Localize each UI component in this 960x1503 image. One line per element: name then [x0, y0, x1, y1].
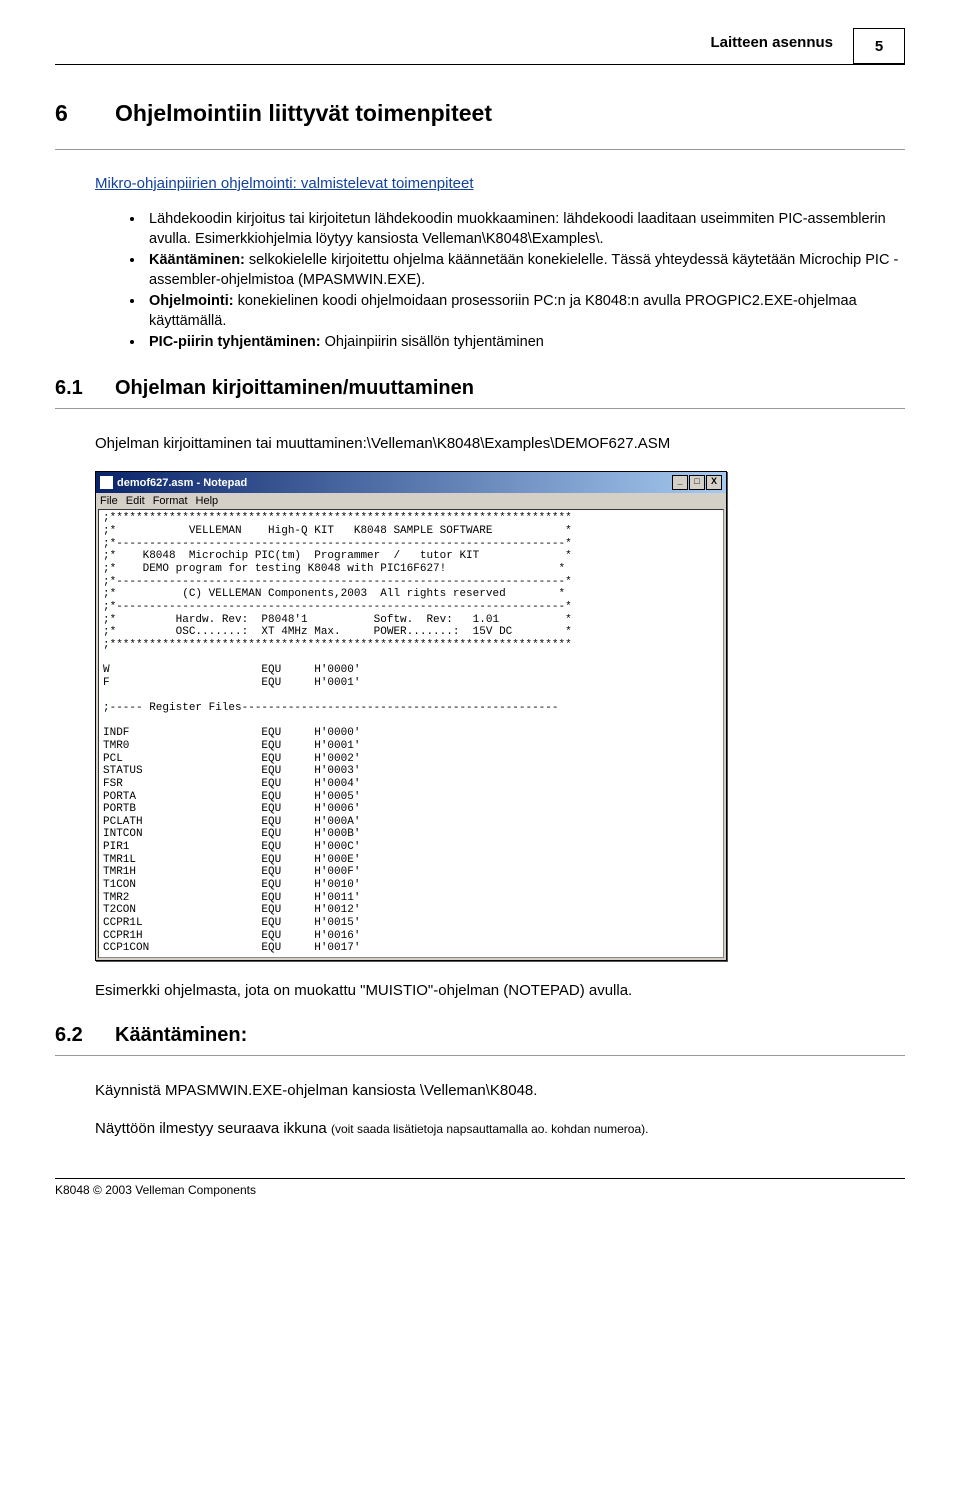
section-divider [55, 1055, 905, 1056]
paragraph-after-notepad: Esimerkki ohjelmasta, jota on muokattu "… [95, 981, 905, 1001]
paragraph-intro-write: Ohjelman kirjoittaminen tai muuttaminen:… [95, 434, 905, 454]
heading-2-write: 6.1 Ohjelman kirjoittaminen/muuttaminen [55, 377, 905, 400]
paragraph-compile-1: Käynnistä MPASMWIN.EXE-ohjelman kansiost… [95, 1081, 905, 1101]
page-header: Laitteen asennus 5 [55, 30, 905, 65]
notepad-icon [100, 476, 113, 489]
section-divider [55, 408, 905, 409]
heading-2-number: 6.1 [55, 377, 115, 400]
menu-format[interactable]: Format [153, 495, 188, 507]
menu-file[interactable]: File [100, 495, 118, 507]
list-item: Kääntäminen: selkokielelle kirjoitettu o… [145, 251, 905, 290]
heading-2-number: 6.2 [55, 1024, 115, 1047]
close-button[interactable]: X [706, 475, 722, 490]
page-number-box: 5 [853, 28, 905, 64]
subheading-prep: Mikro-ohjainpiirien ohjelmointi: valmist… [95, 175, 905, 192]
maximize-button[interactable]: □ [689, 475, 705, 490]
list-item: Ohjelmointi: konekielinen koodi ohjelmoi… [145, 292, 905, 331]
page-number: 5 [875, 38, 883, 55]
notepad-menubar: File Edit Format Help [96, 493, 726, 509]
list-item: PIC-piirin tyhjentäminen: Ohjainpiirin s… [145, 333, 905, 353]
notepad-titlebar: demof627.asm - Notepad _ □ X [96, 472, 726, 493]
heading-1-number: 6 [55, 100, 115, 127]
heading-1-title: Ohjelmointiin liittyvät toimenpiteet [115, 100, 492, 127]
footer-text: K8048 © 2003 Velleman Components [55, 1183, 256, 1197]
notepad-window: demof627.asm - Notepad _ □ X File Edit F… [95, 471, 727, 960]
section-divider [55, 149, 905, 150]
menu-edit[interactable]: Edit [126, 495, 145, 507]
minimize-button[interactable]: _ [672, 475, 688, 490]
bullet-list-prep: Lähdekoodin kirjoitus tai kirjoitetun lä… [55, 210, 905, 353]
list-item: Lähdekoodin kirjoitus tai kirjoitetun lä… [145, 210, 905, 249]
paragraph-compile-2: Näyttöön ilmestyy seuraava ikkuna (voit … [95, 1119, 905, 1139]
heading-2-title: Kääntäminen: [115, 1024, 247, 1047]
heading-2-compile: 6.2 Kääntäminen: [55, 1024, 905, 1047]
menu-help[interactable]: Help [196, 495, 219, 507]
heading-1: 6 Ohjelmointiin liittyvät toimenpiteet [55, 100, 905, 127]
page-footer: K8048 © 2003 Velleman Components [55, 1178, 905, 1197]
header-section-title: Laitteen asennus [710, 30, 853, 59]
notepad-content[interactable]: ;***************************************… [98, 509, 724, 957]
heading-2-title: Ohjelman kirjoittaminen/muuttaminen [115, 377, 474, 400]
notepad-title: demof627.asm - Notepad [117, 477, 671, 489]
